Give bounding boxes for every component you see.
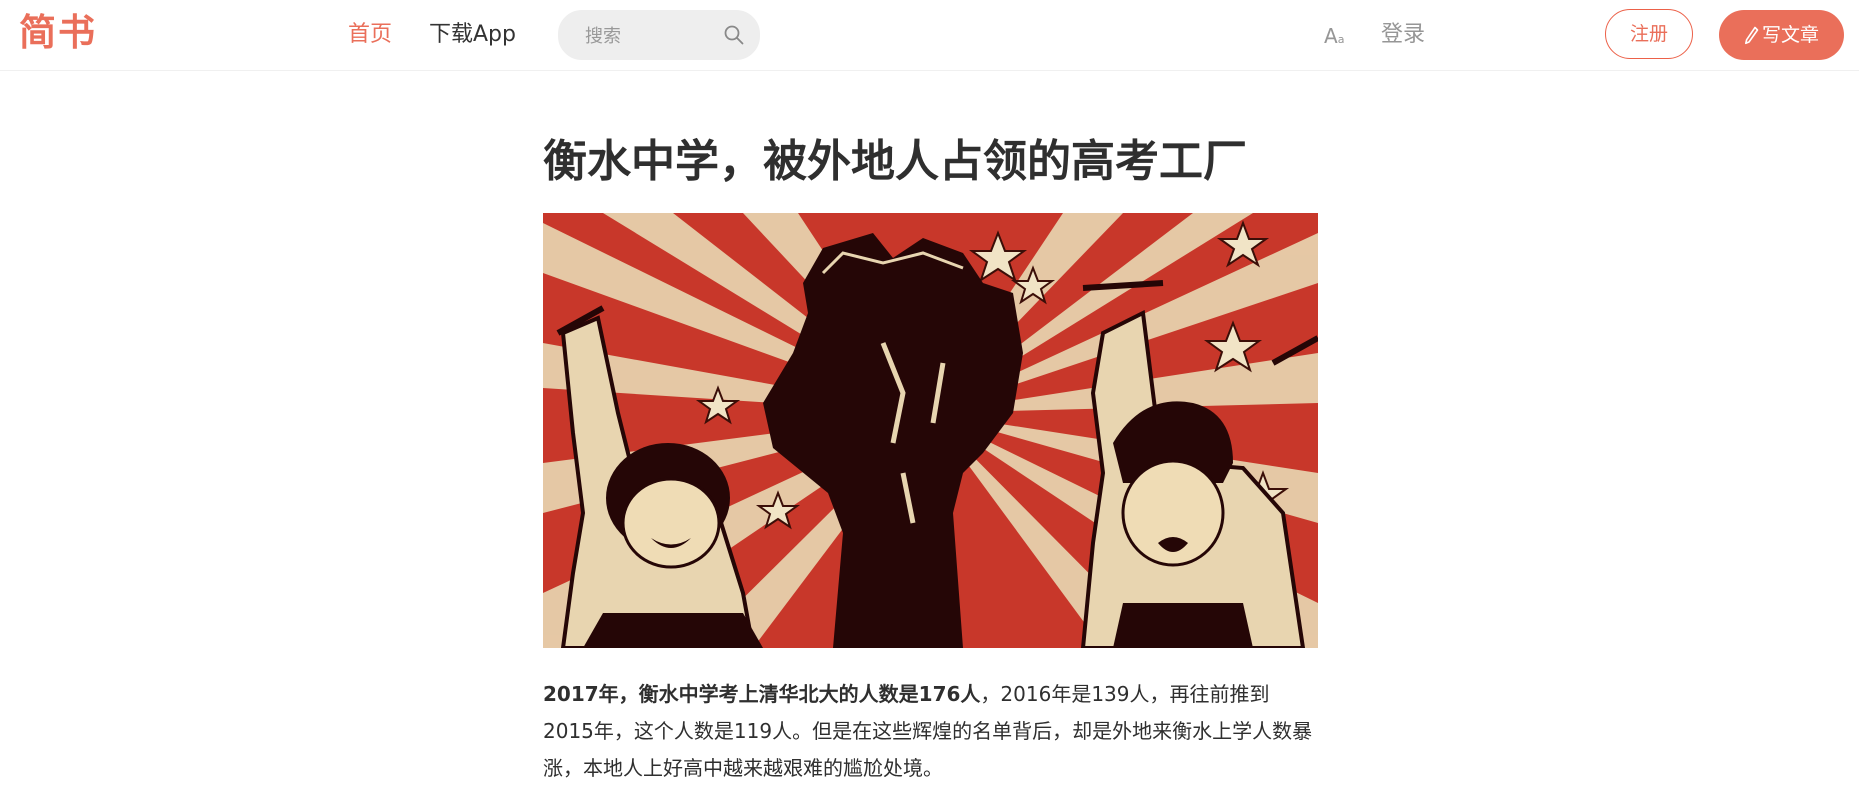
article-hero-image — [543, 213, 1318, 648]
font-size-toggle[interactable]: Aa — [1324, 22, 1344, 54]
lead-bold-sentence: 2017年，衡水中学考上清华北大的人数是176人 — [543, 682, 981, 706]
pen-icon — [1744, 26, 1759, 45]
nav-home-link[interactable]: 首页 — [348, 18, 392, 52]
font-size-icon-large: A — [1324, 24, 1338, 48]
top-navbar: 简书 首页 下载App Aa 登录 注册 写文章 — [0, 0, 1859, 71]
write-article-label: 写文章 — [1761, 24, 1819, 46]
site-logo[interactable]: 简书 — [19, 8, 97, 58]
write-article-button[interactable]: 写文章 — [1719, 10, 1844, 60]
search-icon[interactable] — [723, 24, 745, 46]
nav-download-app-link[interactable]: 下载App — [429, 18, 516, 52]
search-box[interactable] — [558, 10, 760, 61]
login-link[interactable]: 登录 — [1381, 18, 1425, 52]
font-size-icon-small: a — [1337, 33, 1345, 46]
propaganda-poster-illustration — [543, 213, 1318, 648]
register-button[interactable]: 注册 — [1605, 9, 1693, 59]
search-input[interactable] — [583, 11, 717, 61]
article-title: 衡水中学，被外地人占领的高考工厂 — [543, 136, 1247, 187]
article-lead-paragraph: 2017年，衡水中学考上清华北大的人数是176人，2016年是139人，再往前推… — [543, 676, 1318, 787]
